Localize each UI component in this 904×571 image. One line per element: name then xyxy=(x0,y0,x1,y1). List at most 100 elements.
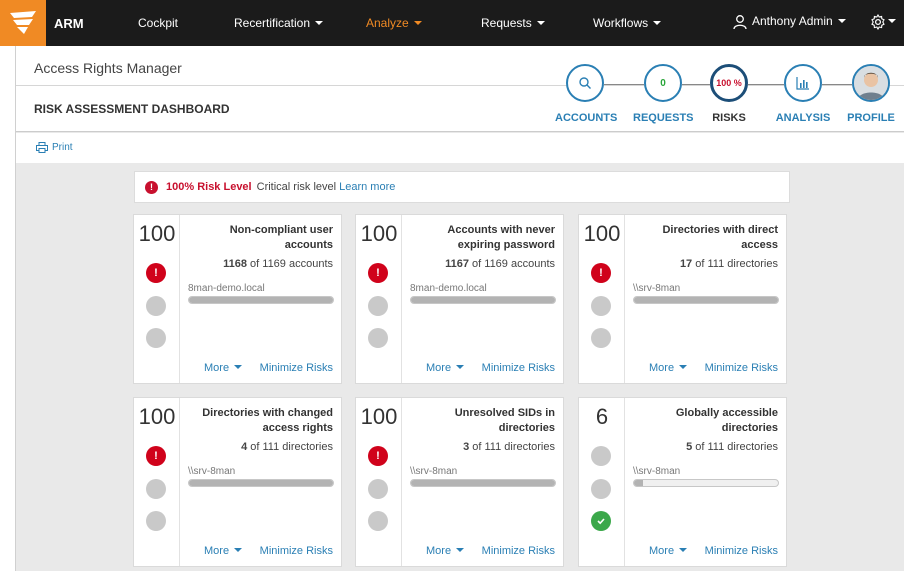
risk-score: 100 xyxy=(360,404,398,429)
printer-icon xyxy=(36,142,48,153)
count-total: of 111 directories xyxy=(472,441,555,453)
count-value: 5 xyxy=(686,441,693,453)
learn-more-link[interactable]: Learn more xyxy=(339,181,395,193)
user-menu[interactable]: Anthony Admin xyxy=(732,14,846,30)
chevron-down-icon xyxy=(234,365,243,370)
chevron-down-icon xyxy=(679,365,688,370)
minimize-risks-link[interactable]: Minimize Risks xyxy=(482,362,555,374)
indicator-icon xyxy=(591,446,611,466)
risk-level: 100% Risk Level xyxy=(166,181,252,193)
more-button[interactable]: More xyxy=(204,545,243,557)
settings-menu[interactable] xyxy=(870,13,896,31)
card-count: 5 of 111 directories xyxy=(686,441,778,453)
count-total: of 111 directories xyxy=(250,441,333,453)
alert-icon: ! xyxy=(145,180,158,194)
chevron-down-icon xyxy=(888,19,896,23)
chevron-down-icon xyxy=(413,20,422,25)
more-button[interactable]: More xyxy=(426,545,465,557)
card-count: 4 of 111 directories xyxy=(241,441,333,453)
risk-card: 100 ! Directories with changed access ri… xyxy=(133,397,342,567)
minimize-risks-link[interactable]: Minimize Risks xyxy=(482,545,555,557)
progress-fill xyxy=(634,297,778,303)
more-button[interactable]: More xyxy=(649,545,688,557)
user-icon xyxy=(733,15,747,30)
card-title: Directories with direct access xyxy=(662,224,778,251)
risk-card: 100 ! Non-compliant user accounts 1168 o… xyxy=(133,214,342,384)
step-label: REQUESTS xyxy=(633,112,694,124)
chevron-down-icon xyxy=(456,548,465,553)
avatar xyxy=(852,64,890,102)
risk-card: 100 ! Directories with direct access 17 … xyxy=(578,214,787,384)
count-total: of 111 directories xyxy=(695,258,778,270)
chevron-down-icon xyxy=(315,20,324,25)
bar-chart-icon xyxy=(796,77,809,90)
accounts-circle xyxy=(566,64,604,102)
card-domain: \\srv-8man xyxy=(188,466,236,477)
solarwinds-logo[interactable] xyxy=(0,0,46,46)
card-domain: \\srv-8man xyxy=(410,466,458,477)
more-button[interactable]: More xyxy=(204,362,243,374)
score-column: 100 ! xyxy=(579,215,625,383)
more-button[interactable]: More xyxy=(426,362,465,374)
score-column: 100 ! xyxy=(134,215,180,383)
progress-fill xyxy=(411,297,555,303)
minimize-risks-link[interactable]: Minimize Risks xyxy=(260,362,333,374)
card-title: Non-compliant user accounts xyxy=(229,224,333,251)
requests-count: 0 xyxy=(644,64,682,102)
brand-name: ARM xyxy=(54,15,84,31)
step-label: PROFILE xyxy=(847,112,895,124)
indicator-icon xyxy=(146,511,166,531)
chevron-down-icon xyxy=(234,548,243,553)
chevron-down-icon xyxy=(456,365,465,370)
more-button[interactable]: More xyxy=(649,362,688,374)
step-label: ACCOUNTS xyxy=(555,112,618,124)
print-button[interactable]: Print xyxy=(36,142,73,153)
risk-score: 100 xyxy=(583,221,621,246)
alert-icon: ! xyxy=(368,446,388,466)
nav-recertification[interactable]: Recertification xyxy=(234,16,324,30)
minimize-risks-link[interactable]: Minimize Risks xyxy=(260,545,333,557)
header-divider xyxy=(16,85,904,86)
step-analysis[interactable]: ANALYSIS xyxy=(773,64,833,124)
card-domain: \\srv-8man xyxy=(633,283,681,294)
nav-analyze[interactable]: Analyze xyxy=(366,16,422,30)
count-total: of 1169 accounts xyxy=(250,258,333,270)
minimize-risks-link[interactable]: Minimize Risks xyxy=(705,362,778,374)
nav-cockpit[interactable]: Cockpit xyxy=(138,16,178,30)
alert-icon: ! xyxy=(591,263,611,283)
indicator-icon xyxy=(591,296,611,316)
card-count: 1168 of 1169 accounts xyxy=(223,258,333,270)
nav-requests[interactable]: Requests xyxy=(481,16,545,30)
app-title: Access Rights Manager xyxy=(34,60,182,76)
count-value: 17 xyxy=(679,258,693,270)
top-navigation-bar: ARM Cockpit Recertification Analyze Requ… xyxy=(0,0,904,46)
user-name: Anthony Admin xyxy=(752,14,833,29)
risk-card: 6 Globally accessible directories 5 of 1… xyxy=(578,397,787,567)
score-column: 100 ! xyxy=(134,398,180,566)
step-accounts[interactable]: ACCOUNTS xyxy=(555,64,618,124)
nav-workflows[interactable]: Workflows xyxy=(593,16,662,30)
progress-fill xyxy=(189,297,333,303)
score-column: 100 ! xyxy=(356,215,402,383)
step-profile[interactable]: PROFILE xyxy=(841,64,901,124)
step-requests[interactable]: 0 REQUESTS xyxy=(633,64,694,124)
count-value: 1168 xyxy=(223,258,247,270)
count-value: 4 xyxy=(241,441,248,453)
card-title: Directories with changed access rights xyxy=(202,407,333,434)
count-total: of 1169 accounts xyxy=(472,258,555,270)
toolbar: Print xyxy=(16,133,904,163)
count-value: 1167 xyxy=(445,258,469,270)
indicator-icon xyxy=(368,511,388,531)
card-count: 3 of 111 directories xyxy=(463,441,555,453)
chevron-down-icon xyxy=(679,548,688,553)
progress-fill xyxy=(189,480,333,486)
card-domain: 8man-demo.local xyxy=(188,283,265,294)
left-sidebar-strip xyxy=(0,46,16,571)
indicator-icon xyxy=(591,328,611,348)
print-label: Print xyxy=(52,142,73,153)
step-risks[interactable]: 100 % RISKS xyxy=(699,64,759,124)
progress-bar xyxy=(633,296,779,304)
page-header: Access Rights Manager RISK ASSESSMENT DA… xyxy=(16,46,904,132)
minimize-risks-link[interactable]: Minimize Risks xyxy=(705,545,778,557)
risk-card: 100 ! Accounts with never expiring passw… xyxy=(355,214,564,384)
